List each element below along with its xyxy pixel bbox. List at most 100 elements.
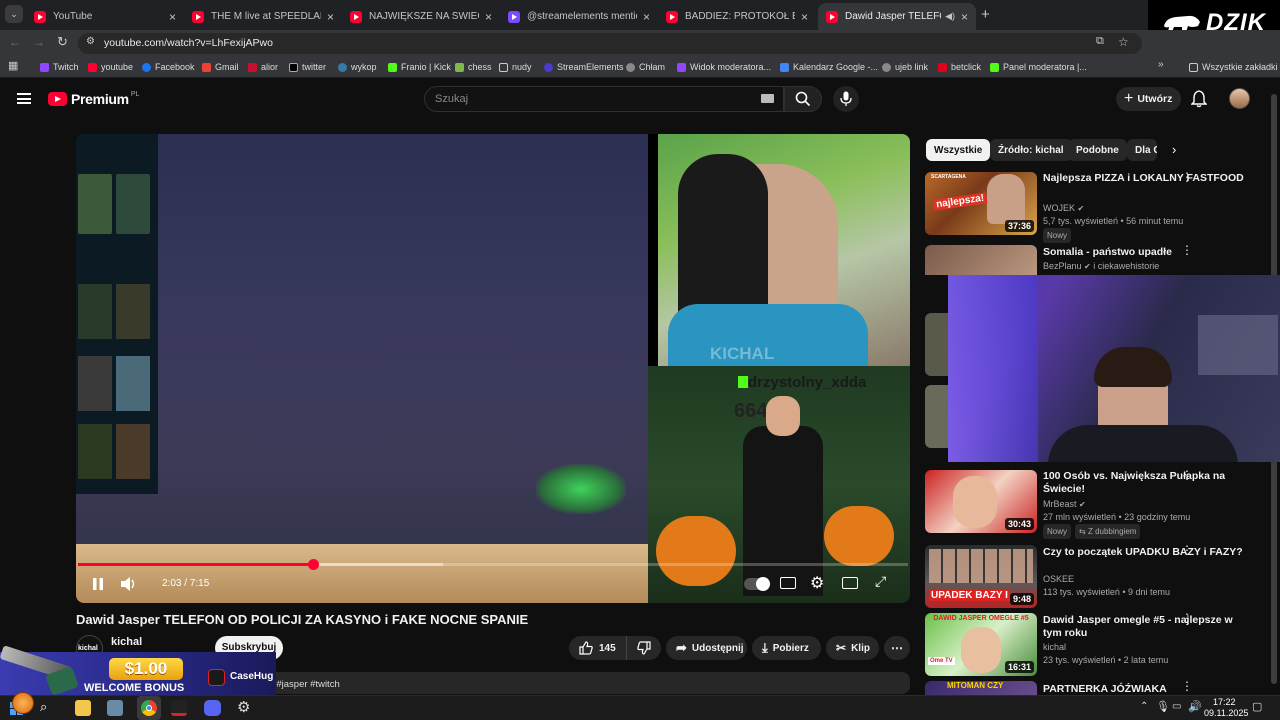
recommendation-item[interactable]: Somalia - państwo upadłe BezPlanu ✔ i ci…: [925, 245, 1275, 275]
notifications-button[interactable]: [1190, 90, 1211, 110]
play-pause-button[interactable]: [88, 574, 108, 594]
casino-ad-banner[interactable]: $1.00 WELCOME BONUS CaseHug: [0, 645, 276, 697]
bookmark-item[interactable]: chess: [455, 59, 492, 75]
tab-search-button[interactable]: ⌄: [5, 5, 23, 23]
volume-button[interactable]: [120, 574, 144, 594]
subtitles-button[interactable]: [780, 577, 796, 589]
reload-icon[interactable]: ↻: [57, 34, 68, 50]
close-icon[interactable]: ×: [961, 10, 968, 24]
channel-name[interactable]: kichal: [111, 636, 142, 648]
video-thumbnail[interactable]: DAWID JASPER OMEGLE #5 Ome TV 16:31: [925, 613, 1037, 676]
settings-gear-icon[interactable]: ⚙: [810, 573, 824, 593]
new-tab-button[interactable]: +: [981, 6, 990, 23]
bookmark-item[interactable]: Gmail: [202, 59, 239, 75]
clock-date[interactable]: 09.11.2025: [1204, 708, 1248, 718]
recommendation-item[interactable]: DAWID JASPER OMEGLE #5 Ome TV 16:31 Dawi…: [925, 612, 1275, 677]
channel-name[interactable]: BezPlanu: [1043, 261, 1082, 271]
create-button[interactable]: + Utwórz: [1116, 87, 1181, 111]
more-bookmarks-icon[interactable]: »: [1158, 59, 1164, 70]
recommendation-title[interactable]: Dawid Jasper omegle #5 - najlepsze w tym…: [1043, 614, 1253, 640]
bookmark-item[interactable]: twitter: [289, 59, 326, 75]
autoplay-toggle[interactable]: [744, 577, 770, 591]
more-vertical-icon[interactable]: ⋮: [1181, 681, 1193, 692]
recommendation-title[interactable]: Najlepsza PIZZA i LOKALNY FASTFOOD: [1043, 172, 1253, 185]
apps-grid-icon[interactable]: ▦: [8, 59, 18, 72]
recommendation-channel[interactable]: MrBeast ✔: [1043, 498, 1263, 511]
more-actions-button[interactable]: ⋯: [884, 636, 910, 660]
audio-playing-icon[interactable]: ◀): [945, 11, 955, 22]
keyboard-icon[interactable]: [761, 94, 774, 103]
forward-icon[interactable]: →: [33, 35, 45, 49]
theater-mode-button[interactable]: [842, 577, 858, 589]
bookmark-item[interactable]: Franio | Kick: [388, 59, 451, 75]
recommendation-item[interactable]: SCARTAGENA najlepsza! 37:36 Najlepsza PI…: [925, 171, 1275, 243]
chip-related[interactable]: Podobne: [1068, 139, 1127, 161]
browser-tab[interactable]: BADDIEZ: PROTOKÓŁ BERLIN - ×: [658, 3, 816, 30]
download-button[interactable]: ⤓ Pobierz: [752, 636, 821, 660]
browser-tab[interactable]: @streamelements mentione ×: [500, 3, 658, 30]
video-thumbnail[interactable]: 30:43: [925, 470, 1037, 533]
taskbar-app[interactable]: [171, 700, 187, 716]
bookmark-folder[interactable]: nudy: [499, 59, 532, 75]
address-bar[interactable]: ⚙ youtube.com/watch?v=LhFexijAPwo ⧉ ☆: [78, 33, 1142, 54]
browser-tab[interactable]: YouTube ×: [26, 3, 184, 30]
recommendation-title[interactable]: 100 Osób vs. Największa Pułapka na Świec…: [1043, 470, 1253, 496]
youtube-logo[interactable]: Premium PL: [48, 91, 139, 107]
dislike-button[interactable]: [627, 636, 661, 660]
search-icon[interactable]: ⌕: [40, 699, 47, 715]
chrome-taskbar-icon[interactable]: [137, 696, 161, 720]
clip-button[interactable]: ✂ Klip: [826, 636, 879, 660]
close-icon[interactable]: ×: [485, 10, 492, 24]
video-thumbnail[interactable]: [925, 385, 948, 448]
bookmark-item[interactable]: StreamElements: [544, 59, 624, 75]
close-icon[interactable]: ×: [169, 10, 176, 24]
chevron-right-icon[interactable]: ›: [1172, 142, 1176, 157]
bookmark-item[interactable]: youtube: [88, 59, 133, 75]
chip-all[interactable]: Wszystkie: [926, 139, 991, 161]
more-vertical-icon[interactable]: ⋮: [1181, 612, 1193, 624]
share-button[interactable]: ➦ Udostępnij: [666, 636, 747, 660]
search-button[interactable]: [784, 86, 822, 112]
bookmark-item[interactable]: Kalendarz Google -...: [780, 59, 878, 75]
tray-chevron-icon[interactable]: ⌃: [1140, 701, 1148, 712]
notification-center-icon[interactable]: ▢: [1252, 700, 1262, 713]
bookmark-item[interactable]: betclick: [938, 59, 981, 75]
like-button[interactable]: 145: [569, 636, 627, 660]
recommendation-item[interactable]: MITOMAN CZY PARTNERKA JÓŹWIAKA ⋮: [925, 681, 1275, 695]
search-input[interactable]: Szukaj: [424, 86, 784, 112]
back-icon[interactable]: ←: [9, 35, 21, 49]
scrubber-handle[interactable]: [307, 559, 319, 570]
more-vertical-icon[interactable]: ⋮: [1181, 245, 1193, 256]
channel-name[interactable]: WOJEK: [1043, 203, 1075, 213]
close-icon[interactable]: ×: [801, 10, 808, 24]
microphone-icon[interactable]: 🎙: [1156, 700, 1170, 713]
video-thumbnail[interactable]: [925, 245, 1037, 275]
video-thumbnail[interactable]: MITOMAN CZY: [925, 681, 1037, 695]
video-thumbnail[interactable]: UPADEK BAZY I 9:48: [925, 545, 1037, 608]
site-info-icon[interactable]: ⚙: [86, 36, 95, 47]
video-thumbnail[interactable]: SCARTAGENA najlepsza! 37:36: [925, 172, 1037, 235]
channel-name[interactable]: kichal: [1043, 641, 1263, 654]
video-thumbnail[interactable]: [925, 313, 948, 376]
taskbar-app[interactable]: [75, 700, 91, 716]
recommendation-title[interactable]: Czy to początek UPADKU BAZY i FAZY?: [1043, 546, 1253, 559]
install-app-icon[interactable]: ⧉: [1096, 35, 1104, 48]
chip-for-you[interactable]: Dla C: [1127, 139, 1157, 161]
bookmark-item[interactable]: wykop: [338, 59, 377, 75]
taskbar-app[interactable]: [107, 700, 123, 716]
recommendation-item[interactable]: 30:43 100 Osób vs. Największa Pułapka na…: [925, 469, 1275, 540]
network-icon[interactable]: ▭: [1172, 701, 1181, 712]
clock-time[interactable]: 17:22: [1213, 697, 1236, 707]
bookmark-star-icon[interactable]: ☆: [1118, 35, 1129, 49]
account-avatar[interactable]: [1229, 88, 1250, 109]
voice-search-button[interactable]: [833, 86, 859, 112]
video-player[interactable]: KICHAL drzystolny_xdda 664 2:03 / 7:15 ⚙…: [76, 134, 910, 603]
fullscreen-icon[interactable]: ⤢: [875, 573, 886, 590]
progress-bar[interactable]: [78, 559, 908, 570]
all-bookmarks-folder[interactable]: Wszystkie zakładki: [1189, 59, 1278, 75]
speaker-icon[interactable]: 🔊: [1188, 700, 1202, 713]
bookmark-item[interactable]: ujeb link: [882, 59, 928, 75]
chip-from-channel[interactable]: Źródło: kichal: [990, 139, 1072, 161]
bookmark-item[interactable]: alior: [248, 59, 278, 75]
more-vertical-icon[interactable]: ⋮: [1181, 171, 1193, 183]
